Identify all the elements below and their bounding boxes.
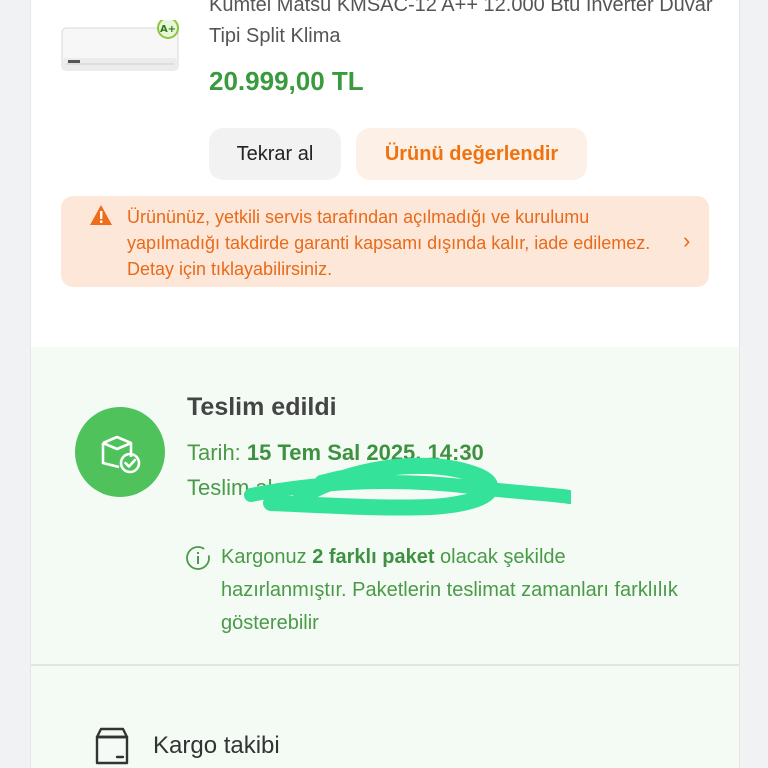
warranty-warning-banner[interactable]: Ürününüz, yetkili servis tarafından açıl… <box>61 196 709 287</box>
delivered-status-badge <box>75 407 165 497</box>
cargo-tracking-label: Kargo takibi <box>153 732 280 759</box>
redaction-mark <box>244 457 571 516</box>
warranty-warning-text: Ürününüz, yetkili servis tarafından açıl… <box>127 207 651 279</box>
package-info-pre: Kargonuz <box>221 546 307 568</box>
chevron-right-icon: › <box>683 228 691 253</box>
energy-badge: A+ <box>160 24 176 35</box>
product-title[interactable]: Kumtel Matsu KMSAC-12 A++ 12.000 Btu Inv… <box>209 0 729 52</box>
package-check-icon <box>101 435 141 474</box>
product-price: 20.999,00 TL <box>209 66 364 96</box>
warning-triangle-icon <box>90 205 112 225</box>
review-product-button[interactable]: Ürünü değerlendir <box>356 128 587 180</box>
cargo-tracking-link[interactable]: Kargo takibi <box>91 724 691 768</box>
package-count: 2 farklı paket <box>312 546 435 568</box>
tracking-section: Kargo takibi <box>31 666 739 768</box>
package-info-text: Kargonuz 2 farklı paket olacak şekilde h… <box>221 541 681 640</box>
info-icon <box>186 546 210 570</box>
delivery-status-section: Teslim edildi Tarih: 15 Tem Sal 2025, 14… <box>31 347 739 666</box>
box-icon <box>95 727 129 765</box>
delivery-status-title: Teslim edildi <box>187 393 337 421</box>
order-card: A+ Kumtel Matsu KMSAC-12 A++ 12.000 Btu … <box>30 0 740 768</box>
product-image[interactable]: A+ <box>60 20 180 78</box>
reorder-button[interactable]: Tekrar al <box>209 128 341 180</box>
